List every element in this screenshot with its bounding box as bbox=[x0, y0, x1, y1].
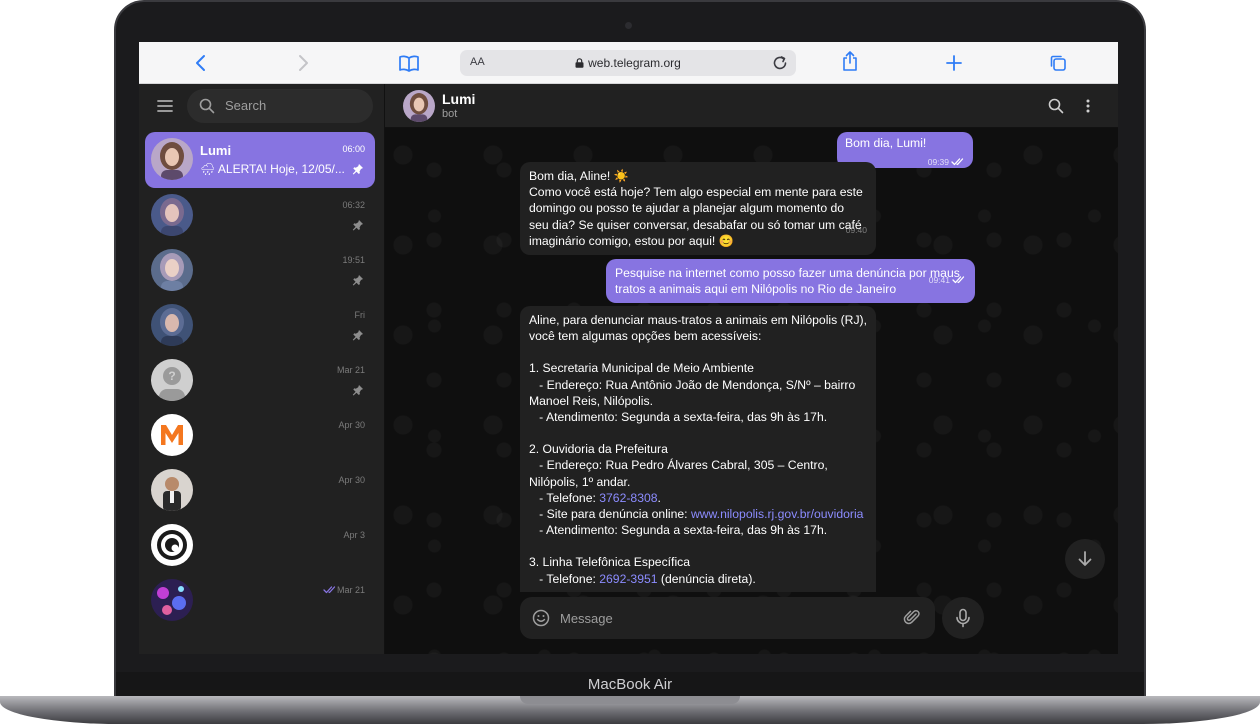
voice-record-button[interactable] bbox=[942, 597, 984, 639]
message-outgoing[interactable]: Pesquise na internet como posso fazer um… bbox=[606, 259, 975, 304]
section-line: - Endereço: Rua Antônio João de Mendonça… bbox=[529, 377, 859, 408]
pin-icon bbox=[352, 275, 363, 286]
section-line: - Site para denúncia online: www.nilopol… bbox=[529, 507, 864, 522]
chat-time: 06:32 bbox=[342, 200, 365, 210]
search-icon[interactable] bbox=[1048, 98, 1064, 114]
chat-item[interactable]: Apr 30 bbox=[145, 408, 375, 464]
search-input[interactable]: Search bbox=[187, 89, 373, 123]
chat-item[interactable]: 06:32 bbox=[145, 188, 375, 244]
read-checks-icon bbox=[323, 586, 336, 594]
section-line: - Endereço: Rua Pedro Álvares Cabral, 30… bbox=[529, 458, 832, 489]
reload-icon[interactable] bbox=[770, 53, 790, 73]
message-input[interactable]: Message bbox=[520, 597, 935, 639]
search-icon bbox=[199, 98, 215, 114]
chat-time-value: Mar 21 bbox=[336, 585, 365, 595]
message-time: 09:39 bbox=[927, 157, 949, 168]
chat-time: Mar 21 bbox=[336, 365, 365, 375]
chat-name: Lumi bbox=[200, 143, 232, 158]
section-line: - Telefone: 3762-8308. bbox=[529, 490, 661, 505]
search-placeholder: Search bbox=[225, 98, 267, 113]
emoji-icon[interactable] bbox=[532, 609, 550, 627]
chat-preview: 🌧 ALERTA! Hoje, 12/05/... bbox=[200, 162, 345, 176]
pin-icon bbox=[352, 220, 363, 231]
chat-item[interactable]: Mar 21 bbox=[145, 573, 375, 629]
new-tab-icon[interactable] bbox=[941, 52, 967, 74]
chat-title[interactable]: Lumi bbox=[442, 91, 475, 107]
read-checks-icon bbox=[951, 158, 964, 166]
chat-time: Apr 3 bbox=[343, 530, 365, 540]
pin-icon bbox=[352, 385, 363, 396]
hamburger-menu-icon[interactable] bbox=[155, 98, 175, 114]
avatar bbox=[151, 249, 193, 291]
svg-text:?: ? bbox=[168, 369, 175, 383]
laptop-notch bbox=[520, 696, 740, 704]
address-url: web.telegram.org bbox=[460, 56, 796, 70]
section-title: 1. Secretaria Municipal de Meio Ambiente bbox=[529, 361, 754, 376]
lock-icon bbox=[575, 58, 584, 68]
chat-item[interactable]: Apr 30 bbox=[145, 463, 375, 519]
section-title: 2. Ouvidoria da Prefeitura bbox=[529, 442, 668, 457]
avatar bbox=[151, 138, 193, 180]
chat-item[interactable]: ? Mar 21 bbox=[145, 353, 375, 409]
pin-icon bbox=[352, 330, 363, 341]
address-bar[interactable]: AA web.telegram.org bbox=[460, 50, 796, 76]
message-incoming[interactable]: Aline, para denunciar maus-tratos a anim… bbox=[520, 306, 876, 592]
browser-toolbar: AA web.telegram.org bbox=[139, 42, 1118, 84]
forward-icon[interactable] bbox=[291, 52, 317, 74]
back-icon[interactable] bbox=[187, 52, 213, 74]
avatar bbox=[151, 304, 193, 346]
avatar bbox=[151, 194, 193, 236]
phone-link[interactable]: 2692-3951 bbox=[599, 572, 657, 586]
message-text: Bom dia, Aline! ☀️ Como você está hoje? … bbox=[529, 169, 863, 248]
attach-icon[interactable] bbox=[903, 608, 921, 626]
more-options-icon[interactable] bbox=[1085, 98, 1091, 114]
message-text: Pesquise na internet como posso fazer um… bbox=[615, 266, 960, 297]
message-placeholder: Message bbox=[560, 611, 613, 626]
avatar bbox=[151, 579, 193, 621]
chat-time: Mar 21 bbox=[321, 585, 365, 595]
chat-time: 06:00 bbox=[342, 144, 365, 154]
section-title: 3. Linha Telefônica Específica bbox=[529, 555, 691, 570]
avatar bbox=[151, 524, 193, 566]
section-line: - Telefone: 2692-3951 (denúncia direta). bbox=[529, 571, 756, 586]
chat-time: Apr 30 bbox=[338, 475, 365, 485]
chat-time: Fri bbox=[354, 310, 366, 320]
message-text: Bom dia, Lumi! bbox=[845, 136, 927, 150]
chat-item[interactable]: 19:51 bbox=[145, 243, 375, 299]
device-brand: MacBook Air bbox=[587, 676, 673, 693]
arrow-down-icon bbox=[1078, 551, 1092, 566]
avatar: ? bbox=[151, 359, 193, 401]
chat-time: 19:51 bbox=[342, 255, 365, 265]
message-text-intro: Aline, para denunciar maus-tratos a anim… bbox=[529, 313, 868, 344]
phone-link[interactable]: 3762-8308 bbox=[599, 491, 657, 505]
microphone-icon bbox=[956, 608, 970, 628]
pin-icon bbox=[352, 164, 363, 175]
share-icon[interactable] bbox=[837, 50, 863, 72]
message-incoming[interactable]: Bom dia, Aline! ☀️ Como você está hoje? … bbox=[520, 162, 876, 256]
section-line: - Atendimento: Segunda a sexta-feira, da… bbox=[529, 523, 828, 538]
chat-item-lumi[interactable]: Lumi 06:00 🌧 ALERTA! Hoje, 12/05/... bbox=[145, 132, 375, 188]
camera bbox=[625, 22, 632, 29]
website-link[interactable]: www.nilopolis.rj.gov.br/ouvidoria bbox=[691, 507, 864, 521]
url-text: web.telegram.org bbox=[588, 56, 681, 70]
chat-list-sidebar: Search Lumi 06:00 🌧 ALERTA! Hoje, 12/05/… bbox=[139, 84, 385, 654]
chat-item[interactable]: Fri bbox=[145, 298, 375, 354]
screen: AA web.telegram.org Search Lumi 06:00 🌧 … bbox=[139, 42, 1118, 654]
bookmarks-icon[interactable] bbox=[396, 52, 422, 74]
chat-item[interactable]: Apr 3 bbox=[145, 518, 375, 574]
tabs-icon[interactable] bbox=[1045, 52, 1071, 74]
scroll-to-bottom-button[interactable] bbox=[1065, 539, 1105, 579]
chat-time: Apr 30 bbox=[338, 420, 365, 430]
avatar bbox=[151, 469, 193, 511]
section-line: - Atendimento: Segunda a sexta-feira, da… bbox=[529, 410, 828, 425]
chat-avatar[interactable] bbox=[403, 90, 435, 122]
chat-subtitle: bot bbox=[442, 108, 458, 120]
chat-header: Lumi bot bbox=[385, 84, 1118, 128]
avatar bbox=[151, 414, 193, 456]
